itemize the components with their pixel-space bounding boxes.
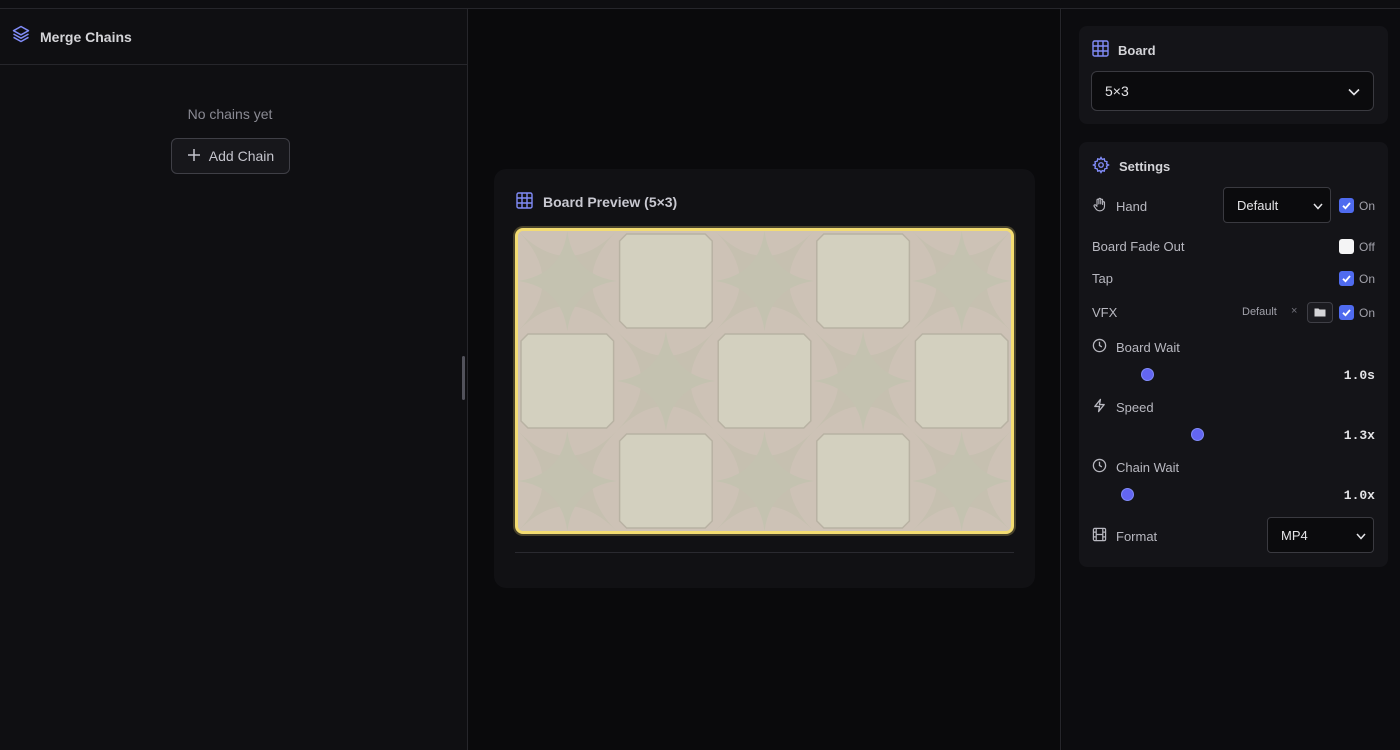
board-card-title: Board [1118, 42, 1156, 58]
grid-icon [1092, 40, 1109, 60]
clock-icon [1092, 458, 1107, 476]
hand-toggle-label: On [1359, 199, 1376, 213]
settings-header: Settings [1092, 156, 1170, 177]
merge-chains-header: Merge Chains [0, 9, 467, 65]
board-cell[interactable] [715, 431, 814, 531]
lightning-icon [1092, 398, 1107, 416]
chevron-down-icon [1356, 528, 1366, 543]
board-tile[interactable] [816, 233, 911, 329]
top-bar [0, 0, 1400, 9]
board-cell[interactable] [715, 231, 814, 331]
board-wait-label-row: Board Wait [1092, 338, 1180, 356]
speed-value: 1.3x [1343, 428, 1375, 443]
format-label: Format [1116, 528, 1158, 544]
settings-card: Settings Hand Default On Board Fade Out … [1079, 142, 1388, 567]
vfx-label: VFX [1092, 305, 1118, 320]
board-tile[interactable] [816, 433, 911, 529]
chain-wait-label: Chain Wait [1116, 459, 1180, 475]
board-card: Board 5×3 [1079, 26, 1388, 124]
properties-panel: Board 5×3 Settings Hand Default On Board… [1062, 9, 1400, 750]
board-preview-header: Board Preview (5×3) [516, 192, 677, 212]
hand-label-row: Hand [1092, 197, 1147, 215]
grid-icon [516, 192, 533, 212]
board-tile[interactable] [618, 233, 713, 329]
board-card-header: Board [1092, 40, 1156, 60]
tap-toggle-label: On [1359, 272, 1376, 286]
board-fade-out-toggle-label: Off [1359, 240, 1375, 254]
layers-icon [11, 24, 31, 49]
board-wait-slider[interactable] [1141, 368, 1154, 381]
hand-value: Default [1237, 197, 1279, 213]
board-fade-out-label: Board Fade Out [1092, 239, 1185, 254]
merge-chains-panel: Merge Chains No chains yet Add Chain [0, 9, 468, 750]
board-cell[interactable] [813, 331, 913, 431]
tap-label: Tap [1092, 271, 1113, 286]
board-tile[interactable] [520, 333, 615, 429]
chevron-down-icon [1313, 198, 1323, 213]
preview-divider [515, 552, 1014, 553]
speed-slider[interactable] [1191, 428, 1204, 441]
board-preview[interactable] [515, 228, 1014, 534]
speed-label: Speed [1116, 399, 1154, 415]
chain-wait-value: 1.0x [1343, 488, 1375, 503]
tap-checkbox[interactable] [1339, 271, 1354, 286]
board-cell[interactable] [912, 231, 1011, 331]
board-grid [518, 231, 1011, 531]
hand-icon [1092, 197, 1107, 215]
vfx-value: Default [1242, 306, 1277, 318]
vfx-toggle-label: On [1359, 306, 1376, 320]
format-label-row: Format [1092, 527, 1157, 545]
add-chain-button[interactable]: Add Chain [171, 138, 290, 174]
board-fade-out-checkbox[interactable] [1339, 239, 1354, 254]
board-cell[interactable] [912, 431, 1011, 531]
clock-icon [1092, 338, 1107, 356]
board-preview-card: Board Preview (5×3) [494, 169, 1035, 588]
chain-wait-label-row: Chain Wait [1092, 458, 1179, 476]
board-tile[interactable] [618, 433, 713, 529]
merge-chains-title: Merge Chains [40, 28, 132, 45]
hand-checkbox[interactable] [1339, 198, 1354, 213]
board-tile[interactable] [914, 333, 1009, 429]
board-size-value: 5×3 [1105, 83, 1129, 99]
format-select[interactable]: MP4 [1267, 517, 1374, 553]
add-chain-label: Add Chain [208, 148, 275, 164]
speed-label-row: Speed [1092, 398, 1154, 416]
preview-area: Board Preview (5×3) [469, 9, 1061, 750]
plus-icon [187, 148, 201, 165]
board-wait-value: 1.0s [1343, 368, 1375, 383]
board-cell[interactable] [616, 331, 716, 431]
board-preview-title: Board Preview (5×3) [543, 194, 678, 210]
board-size-select[interactable]: 5×3 [1091, 71, 1374, 111]
hand-label: Hand [1116, 198, 1148, 214]
left-resize-handle[interactable] [462, 356, 465, 400]
chevron-down-icon [1348, 83, 1360, 99]
gear-icon [1092, 156, 1110, 177]
hand-select[interactable]: Default [1223, 187, 1331, 223]
film-icon [1092, 527, 1107, 545]
vfx-checkbox[interactable] [1339, 305, 1354, 320]
board-wait-label: Board Wait [1116, 339, 1180, 355]
chain-wait-slider[interactable] [1121, 488, 1134, 501]
vfx-folder-button[interactable] [1307, 302, 1333, 323]
empty-chains-text: No chains yet [187, 106, 273, 122]
board-tile[interactable] [717, 333, 812, 429]
folder-icon [1314, 304, 1326, 322]
board-cell[interactable] [518, 431, 617, 531]
vfx-clear-button[interactable]: × [1291, 305, 1297, 317]
settings-title: Settings [1119, 159, 1171, 174]
format-value: MP4 [1281, 527, 1308, 543]
board-cell[interactable] [518, 231, 617, 331]
